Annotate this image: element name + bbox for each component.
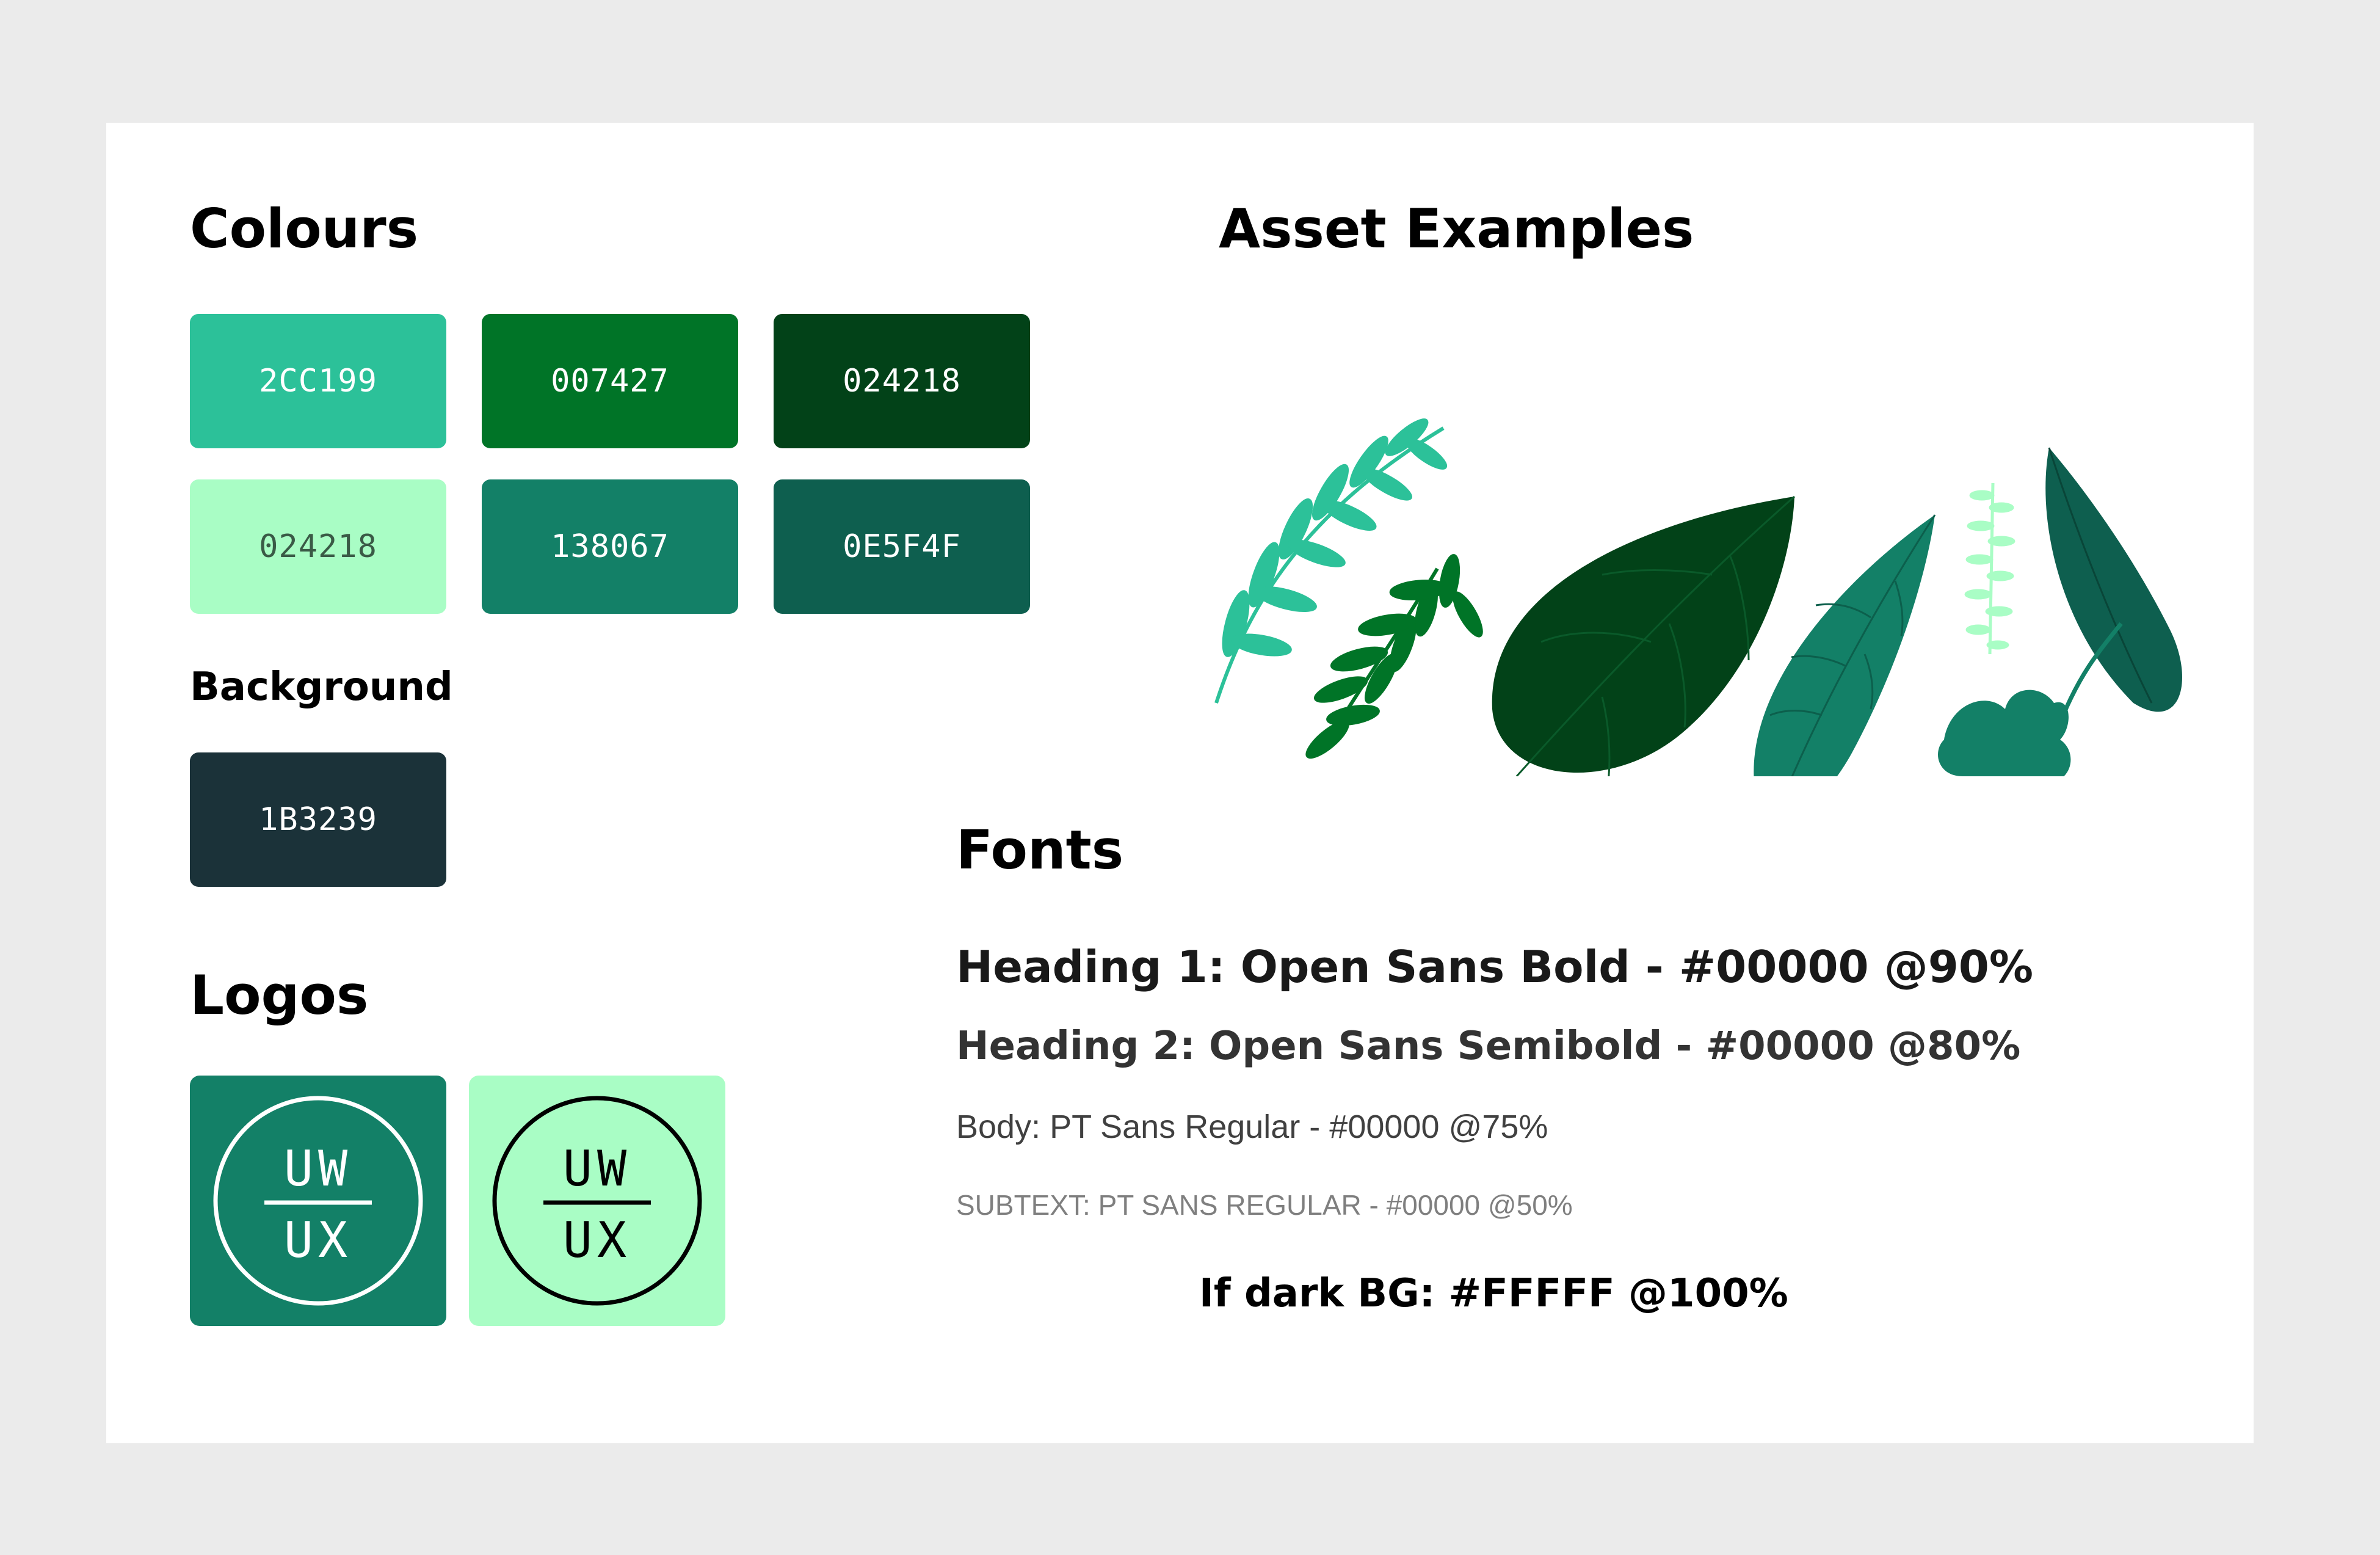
font-sample-heading2: Heading 2: Open Sans Semibold - #00000 @… [956,1024,2021,1069]
colour-swatch-label: 138067 [551,528,669,565]
style-guide-sheet: Colours 2CC199 007427 024218 024218 1380… [106,123,2254,1443]
uwux-logo-icon: UW UX [492,1096,702,1306]
colour-swatch-1[interactable]: 2CC199 [190,314,446,448]
logo-tile-mint[interactable]: UW UX [469,1076,725,1326]
colour-swatch-label: 024218 [259,528,377,565]
asset-examples-illustration [1144,312,2182,776]
logo-top-text: UW [284,1140,352,1197]
colour-swatch-5[interactable]: 138067 [482,479,738,614]
logo-tile-green[interactable]: UW UX [190,1076,446,1326]
logo-bottom-text: UX [284,1212,352,1269]
font-sample-heading1: Heading 1: Open Sans Bold - #00000 @90% [956,941,2034,992]
font-sample-subtext: SUBTEXT: PT SANS REGULAR - #00000 @50% [956,1189,1573,1221]
background-swatch[interactable]: 1B3239 [190,752,446,887]
large-leaf-icon [1492,495,1795,776]
teardrop-leaf-icon [2045,447,2182,712]
colours-heading: Colours [190,197,419,260]
small-fern-icon [1305,554,1483,759]
tiny-sprig-icon [1964,483,2015,655]
uwux-logo-icon: UW UX [213,1096,423,1306]
fern-sprig-icon [1214,418,1448,704]
colour-swatch-6[interactable]: 0E5F4F [774,479,1030,614]
colour-swatch-label: 024218 [843,363,961,399]
colour-swatch-4[interactable]: 024218 [190,479,446,614]
colour-swatch-2[interactable]: 007427 [482,314,738,448]
background-swatch-label: 1B3239 [259,801,377,838]
logo-bottom-text: UX [563,1212,631,1269]
colour-swatch-label: 007427 [551,363,669,399]
colour-swatch-3[interactable]: 024218 [774,314,1030,448]
logo-top-text: UW [563,1140,631,1197]
colour-swatch-label: 0E5F4F [843,528,961,565]
background-heading: Background [190,665,453,710]
colour-swatch-label: 2CC199 [259,363,377,399]
font-sample-body: Body: PT Sans Regular - #00000 @75% [956,1109,1548,1145]
logos-heading: Logos [190,964,369,1027]
fonts-heading: Fonts [956,818,1124,881]
font-sample-dark-bg: If dark BG: #FFFFF @100% [1199,1271,1788,1316]
asset-examples-heading: Asset Examples [1219,197,1694,260]
